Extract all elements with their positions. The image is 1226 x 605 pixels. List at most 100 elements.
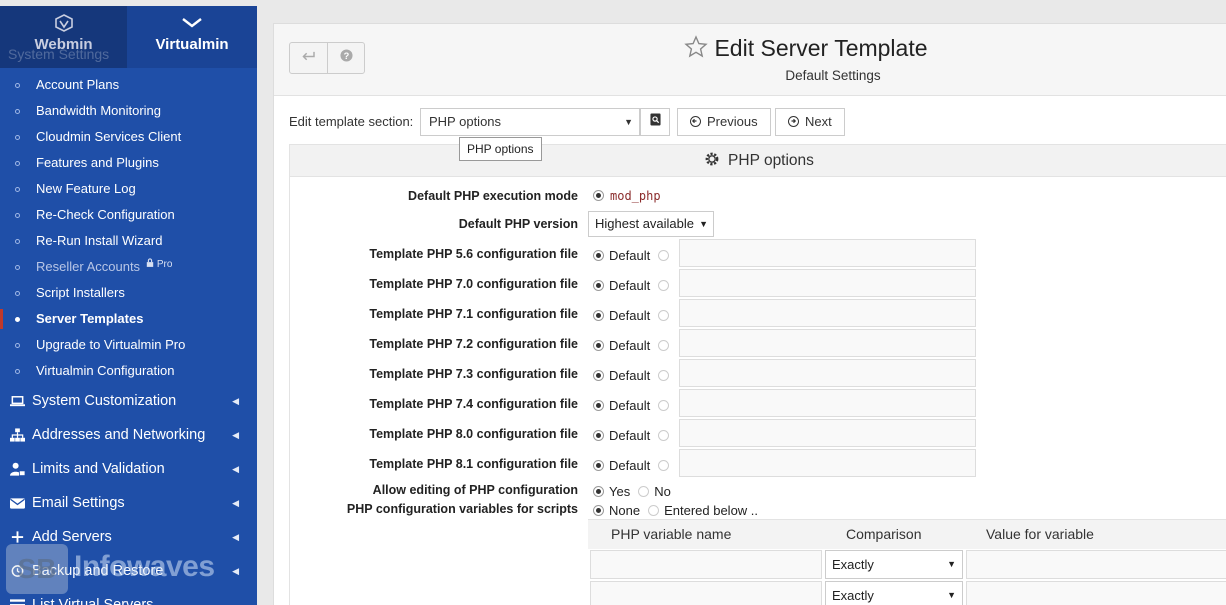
sidebar-item-cloudmin-services[interactable]: Cloudmin Services Client [0,124,257,150]
sidebar-item-rerun-wizard[interactable]: Re-Run Install Wizard [0,228,257,254]
exec-mode-radio[interactable] [593,190,604,201]
sidebar-category-backup-restore[interactable]: Backup and Restore ◀ [0,554,257,588]
sidebar-category-label: List Virtual Servers [32,597,154,605]
sidebar-item-account-plans[interactable]: Account Plans [0,72,257,98]
sidebar-category-system-customization[interactable]: System Customization ◀ [0,384,257,418]
sidebar-category-email-settings[interactable]: Email Settings ◀ [0,486,257,520]
php-version-select[interactable]: Highest available ▼ [588,211,714,237]
config-path-input[interactable] [679,449,976,477]
radio-custom[interactable] [658,370,670,381]
radio-custom[interactable] [658,250,670,261]
sidebar-item-server-templates[interactable]: Server Templates [0,306,257,332]
sidebar-category-label: Add Servers [32,529,112,545]
php-version-label: Default PHP version [458,217,578,231]
radio-entered-below[interactable] [648,505,660,516]
vars-table-header: PHP variable name Comparison Value for v… [588,519,1226,549]
sidebar-category-limits-validation[interactable]: Limits and Validation ◀ [0,452,257,486]
radio-default[interactable] [593,460,604,471]
star-icon[interactable] [684,35,709,59]
radio-custom[interactable] [658,460,670,471]
page-header: ? Edit Server Template Default Settings [274,24,1226,96]
sidebar-item-label: Reseller Accounts [36,259,141,274]
sidebar-item-reseller-accounts[interactable]: Reseller Accounts Pro [0,254,257,280]
var-name-input[interactable] [590,550,822,579]
config-path-input[interactable] [679,239,976,267]
bullet-icon [15,213,20,218]
var-value-input[interactable] [966,581,1226,605]
config-path-input[interactable] [679,389,976,417]
sidebar-category-list-virtual-servers[interactable]: List Virtual Servers [0,588,257,605]
config-path-input[interactable] [679,329,976,357]
sidebar-item-new-feature-log[interactable]: New Feature Log [0,176,257,202]
main-content: ? Edit Server Template Default Settings … [273,23,1226,605]
sidebar-item-upgrade-pro[interactable]: Upgrade to Virtualmin Pro [0,332,257,358]
previous-button[interactable]: Previous [677,108,771,136]
row-php80-config: Template PHP 8.0 configuration file Defa… [290,419,1226,449]
row-php70-config: Template PHP 7.0 configuration file Defa… [290,269,1226,299]
radio-none[interactable] [593,505,604,516]
bullet-icon [15,317,20,322]
section-label: Edit template section: [289,114,414,129]
caret-down-icon: ▼ [699,219,708,229]
radio-default[interactable] [593,250,604,261]
tab-virtualmin[interactable]: Virtualmin [127,6,257,68]
section-search-button[interactable] [640,108,670,136]
radio-yes[interactable] [593,486,604,497]
radio-default[interactable] [593,280,604,291]
sidebar-category-addresses-networking[interactable]: Addresses and Networking ◀ [0,418,257,452]
radio-custom[interactable] [658,400,670,411]
config-path-input[interactable] [679,359,976,387]
config-path-input[interactable] [679,269,976,297]
sidebar-category-add-servers[interactable]: Add Servers ◀ [0,520,257,554]
config-path-input[interactable] [679,419,976,447]
sidebar-item-recheck-config[interactable]: Re-Check Configuration [0,202,257,228]
row-config-vars: PHP configuration variables for scripts … [290,498,1226,518]
radio-custom[interactable] [658,280,670,291]
envelope-icon [10,498,25,509]
radio-no[interactable] [638,486,650,497]
sidebar-item-bandwidth-monitoring[interactable]: Bandwidth Monitoring [0,98,257,124]
radio-default[interactable] [593,340,604,351]
sidebar-item-script-installers[interactable]: Script Installers [0,280,257,306]
bullet-icon [15,291,20,296]
section-select-value: PHP options [429,114,502,129]
config-label: Template PHP 7.2 configuration file [369,337,578,351]
config-vars-label: PHP configuration variables for scripts [346,502,578,516]
user-lock-icon [10,462,25,476]
config-label: Template PHP 7.0 configuration file [369,277,578,291]
config-path-input[interactable] [679,299,976,327]
section-select[interactable]: PHP options ▼ [420,108,640,136]
var-name-input[interactable] [590,581,822,605]
radio-custom[interactable] [658,430,670,441]
radio-default[interactable] [593,310,604,321]
php-version-value: Highest available [595,216,695,231]
page-title: Edit Server Template [274,35,1226,62]
config-label: Template PHP 7.4 configuration file [369,397,578,411]
var-value-input[interactable] [966,550,1226,579]
comparison-select[interactable]: Exactly ▼ [825,550,963,579]
row-php71-config: Template PHP 7.1 configuration file Defa… [290,299,1226,329]
vars-table-row: Exactly ▼ [588,581,1226,605]
caret-left-icon: ◀ [232,498,239,508]
sidebar-item-features-plugins[interactable]: Features and Plugins [0,150,257,176]
sidebar-item-label: Virtualmin Configuration [36,363,175,378]
radio-default[interactable] [593,370,604,381]
search-document-icon [649,113,661,126]
comparison-select[interactable]: Exactly ▼ [825,581,963,605]
caret-down-icon: ▼ [947,590,956,600]
bullet-icon [15,239,20,244]
config-label: Template PHP 5.6 configuration file [369,247,578,261]
sidebar-category-label: Addresses and Networking [32,427,206,443]
next-button[interactable]: Next [775,108,845,136]
caret-left-icon: ◀ [232,396,239,406]
radio-default[interactable] [593,400,604,411]
sidebar-menu: Account Plans Bandwidth Monitoring Cloud… [0,72,257,605]
radio-custom[interactable] [658,310,670,321]
exec-mode-label: Default PHP execution mode [408,189,578,203]
sidebar-item-virtualmin-config[interactable]: Virtualmin Configuration [0,358,257,384]
radio-default[interactable] [593,430,604,441]
sidebar-item-label: Features and Plugins [36,155,159,170]
pro-badge: Pro [146,258,172,270]
caret-left-icon: ◀ [232,532,239,542]
radio-custom[interactable] [658,340,670,351]
